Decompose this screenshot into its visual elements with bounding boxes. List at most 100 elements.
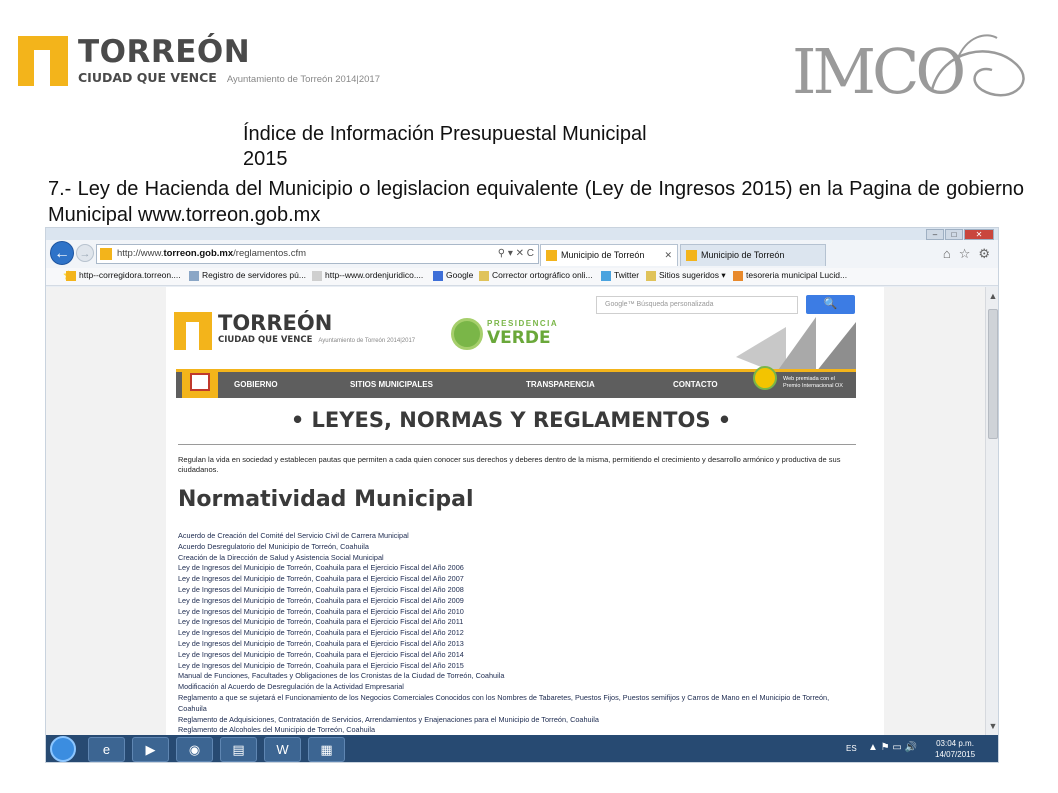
document-link[interactable]: Ley de Ingresos del Municipio de Torreón… [178, 563, 858, 574]
url-prefix: http://www. [117, 248, 164, 259]
nav-contacto[interactable]: CONTACTO [673, 380, 718, 389]
page-heading: • LEYES, NORMAS Y REGLAMENTOS • [290, 408, 732, 432]
tray-icons[interactable]: ▲ ⚑ ▭ 🔊 [868, 742, 917, 753]
scrollbar-thumb[interactable] [988, 309, 998, 439]
document-link[interactable]: Creación de la Dirección de Salud y Asis… [178, 553, 858, 564]
verde-big-text: VERDE [487, 328, 551, 348]
document-link[interactable]: Acuerdo de Creación del Comité del Servi… [178, 531, 858, 542]
favorite-item[interactable]: Corrector ortográfico onli... [479, 270, 593, 281]
minimize-button[interactable]: – [926, 229, 944, 240]
verde-small-text: PRESIDENCIA [487, 319, 559, 328]
torreon-logo-word: TORREÓN [78, 34, 251, 70]
document-link[interactable]: Ley de Ingresos del Municipio de Torreón… [178, 596, 858, 607]
scroll-down-icon[interactable]: ▼ [986, 719, 998, 733]
nav-gobierno[interactable]: GOBIERNO [234, 380, 278, 389]
presidencia-verde-logo[interactable]: PRESIDENCIA VERDE [451, 316, 557, 350]
page-icon [66, 271, 76, 281]
page-icon [312, 271, 322, 281]
document-link[interactable]: Acuerdo Desregulatorio del Municipio de … [178, 542, 858, 553]
search-input[interactable]: Google™ Búsqueda personalizada [596, 296, 798, 314]
google-icon [433, 271, 443, 281]
spreadsheet-icon[interactable]: ▦ [308, 737, 345, 762]
tab-label: Municipio de Torreón [561, 250, 645, 260]
imco-swirl-icon [930, 34, 1025, 97]
address-bar[interactable]: http://www.torreon.gob.mx/reglamentos.cf… [96, 244, 539, 264]
tab-close-icon[interactable]: ✕ [664, 245, 672, 265]
nav-transparencia[interactable]: TRANSPARENCIA [526, 380, 595, 389]
url-path: /reglamentos.cfm [233, 248, 307, 259]
site-logo-mark [174, 312, 212, 350]
favorite-item[interactable]: http--www.ordenjuridico.... [312, 270, 423, 281]
word-icon[interactable]: W [264, 737, 301, 762]
tab-label: Municipio de Torreón [701, 250, 785, 260]
language-indicator[interactable]: ES [846, 744, 857, 753]
torreon-logo-ayuntamiento: Ayuntamiento de Torreón 2014|2017 [226, 74, 380, 85]
favorite-item[interactable]: Sitios sugeridos ▾ [646, 270, 726, 281]
award-badge-icon [753, 366, 777, 390]
document-link[interactable]: Ley de Ingresos del Municipio de Torreón… [178, 650, 858, 661]
forward-button[interactable]: → [76, 244, 94, 262]
url-domain: torreon.gob.mx [163, 248, 234, 259]
clock-time: 03:04 p.m. [936, 739, 974, 748]
document-link[interactable]: Ley de Ingresos del Municipio de Torreón… [178, 661, 858, 672]
home-icon[interactable]: ⌂ [943, 246, 951, 262]
nav-sitios-municipales[interactable]: SITIOS MUNICIPALES [350, 380, 433, 389]
file-explorer-icon[interactable]: ▤ [220, 737, 257, 762]
favorite-item[interactable]: tesoreria municipal Lucid... [733, 270, 847, 281]
close-window-button[interactable]: ✕ [964, 229, 994, 240]
document-link[interactable]: Ley de Ingresos del Municipio de Torreón… [178, 585, 858, 596]
slide-title-line1: Índice de Información Presupuestal Munic… [243, 123, 647, 145]
document-link[interactable]: Ley de Ingresos del Municipio de Torreón… [178, 628, 858, 639]
maximize-button[interactable]: □ [945, 229, 963, 240]
nav-home-button[interactable] [182, 369, 218, 398]
address-url[interactable]: http://www.torreon.gob.mx/reglamentos.cf… [117, 248, 306, 259]
document-link[interactable]: Modificación al Acuerdo de Desregulación… [178, 682, 858, 693]
tab-municipio[interactable]: Municipio de Torreón [680, 244, 826, 266]
heading-divider [178, 444, 856, 445]
favorite-item[interactable]: http--corregidora.torreon.... [66, 270, 181, 281]
site-logo[interactable]: TORREÓN CIUDAD QUE VENCE Ayuntamiento de… [174, 312, 415, 350]
torreon-logo: TORREÓN CIUDAD QUE VENCE Ayuntamiento de… [18, 36, 380, 86]
address-controls[interactable]: ⚲ ▾ ✕ C [498, 248, 534, 259]
tab-municipio-active[interactable]: Municipio de Torreón ✕ [540, 244, 678, 266]
scroll-up-icon[interactable]: ▲ [986, 289, 998, 303]
intro-text: Regulan la vida en sociedad y establecen… [178, 455, 841, 474]
site-favicon-icon [100, 248, 112, 260]
back-button[interactable]: ← [50, 241, 74, 265]
document-link[interactable]: Reglamento de Adquisiciones, Contratació… [178, 715, 858, 726]
site-logo-word: TORREÓN [218, 311, 333, 335]
document-link[interactable]: Reglamento de Alcoholes del Municipio de… [178, 725, 858, 735]
torreon-logo-mark [18, 36, 68, 86]
slide-description: 7.- Ley de Hacienda del Municipio o legi… [48, 178, 1024, 226]
document-link[interactable]: Manual de Funciones, Facultades y Obliga… [178, 671, 858, 682]
page-scrollbar[interactable]: ▲ ▼ [985, 287, 998, 735]
document-link[interactable]: Ley de Ingresos del Municipio de Torreón… [178, 617, 858, 628]
document-link[interactable]: Reglamento a que se sujetará el Funciona… [178, 693, 858, 715]
favorite-item[interactable]: Google [433, 270, 473, 281]
favorite-item[interactable]: Twitter [601, 270, 639, 281]
clock-date: 14/07/2015 [935, 750, 976, 759]
twitter-icon [601, 271, 611, 281]
page-icon [479, 271, 489, 281]
browser-navbar: ← → http://www.torreon.gob.mx/reglamento… [46, 240, 998, 268]
document-link[interactable]: Ley de Ingresos del Municipio de Torreón… [178, 574, 858, 585]
media-player-icon[interactable]: ▶ [132, 737, 169, 762]
page-icon [646, 271, 656, 281]
site-logo-slogan: CIUDAD QUE VENCE [218, 335, 313, 345]
internet-explorer-icon[interactable]: e [88, 737, 125, 762]
favorites-star-icon[interactable]: ☆ [959, 246, 971, 262]
window-titlebar: – □ ✕ [46, 228, 998, 240]
document-link[interactable]: Ley de Ingresos del Municipio de Torreón… [178, 639, 858, 650]
start-button[interactable] [50, 736, 76, 762]
search-button[interactable]: 🔍 [806, 295, 855, 314]
document-link[interactable]: Ley de Ingresos del Municipio de Torreón… [178, 607, 858, 618]
section-title: Normatividad Municipal [178, 487, 474, 512]
gear-icon[interactable]: ⚙ [978, 246, 990, 262]
clock[interactable]: 03:04 p.m. 14/07/2015 [935, 738, 975, 760]
favorite-item[interactable]: Registro de servidores pú... [189, 270, 306, 281]
tab-favicon-icon [546, 250, 557, 261]
chrome-icon[interactable]: ◉ [176, 737, 213, 762]
tab-favicon-icon [686, 250, 697, 261]
windows-taskbar: e ▶ ◉ ▤ W ▦ ES ▲ ⚑ ▭ 🔊 03:04 p.m. 14/07/… [46, 735, 998, 762]
imco-logo: IMCO [792, 30, 1028, 106]
